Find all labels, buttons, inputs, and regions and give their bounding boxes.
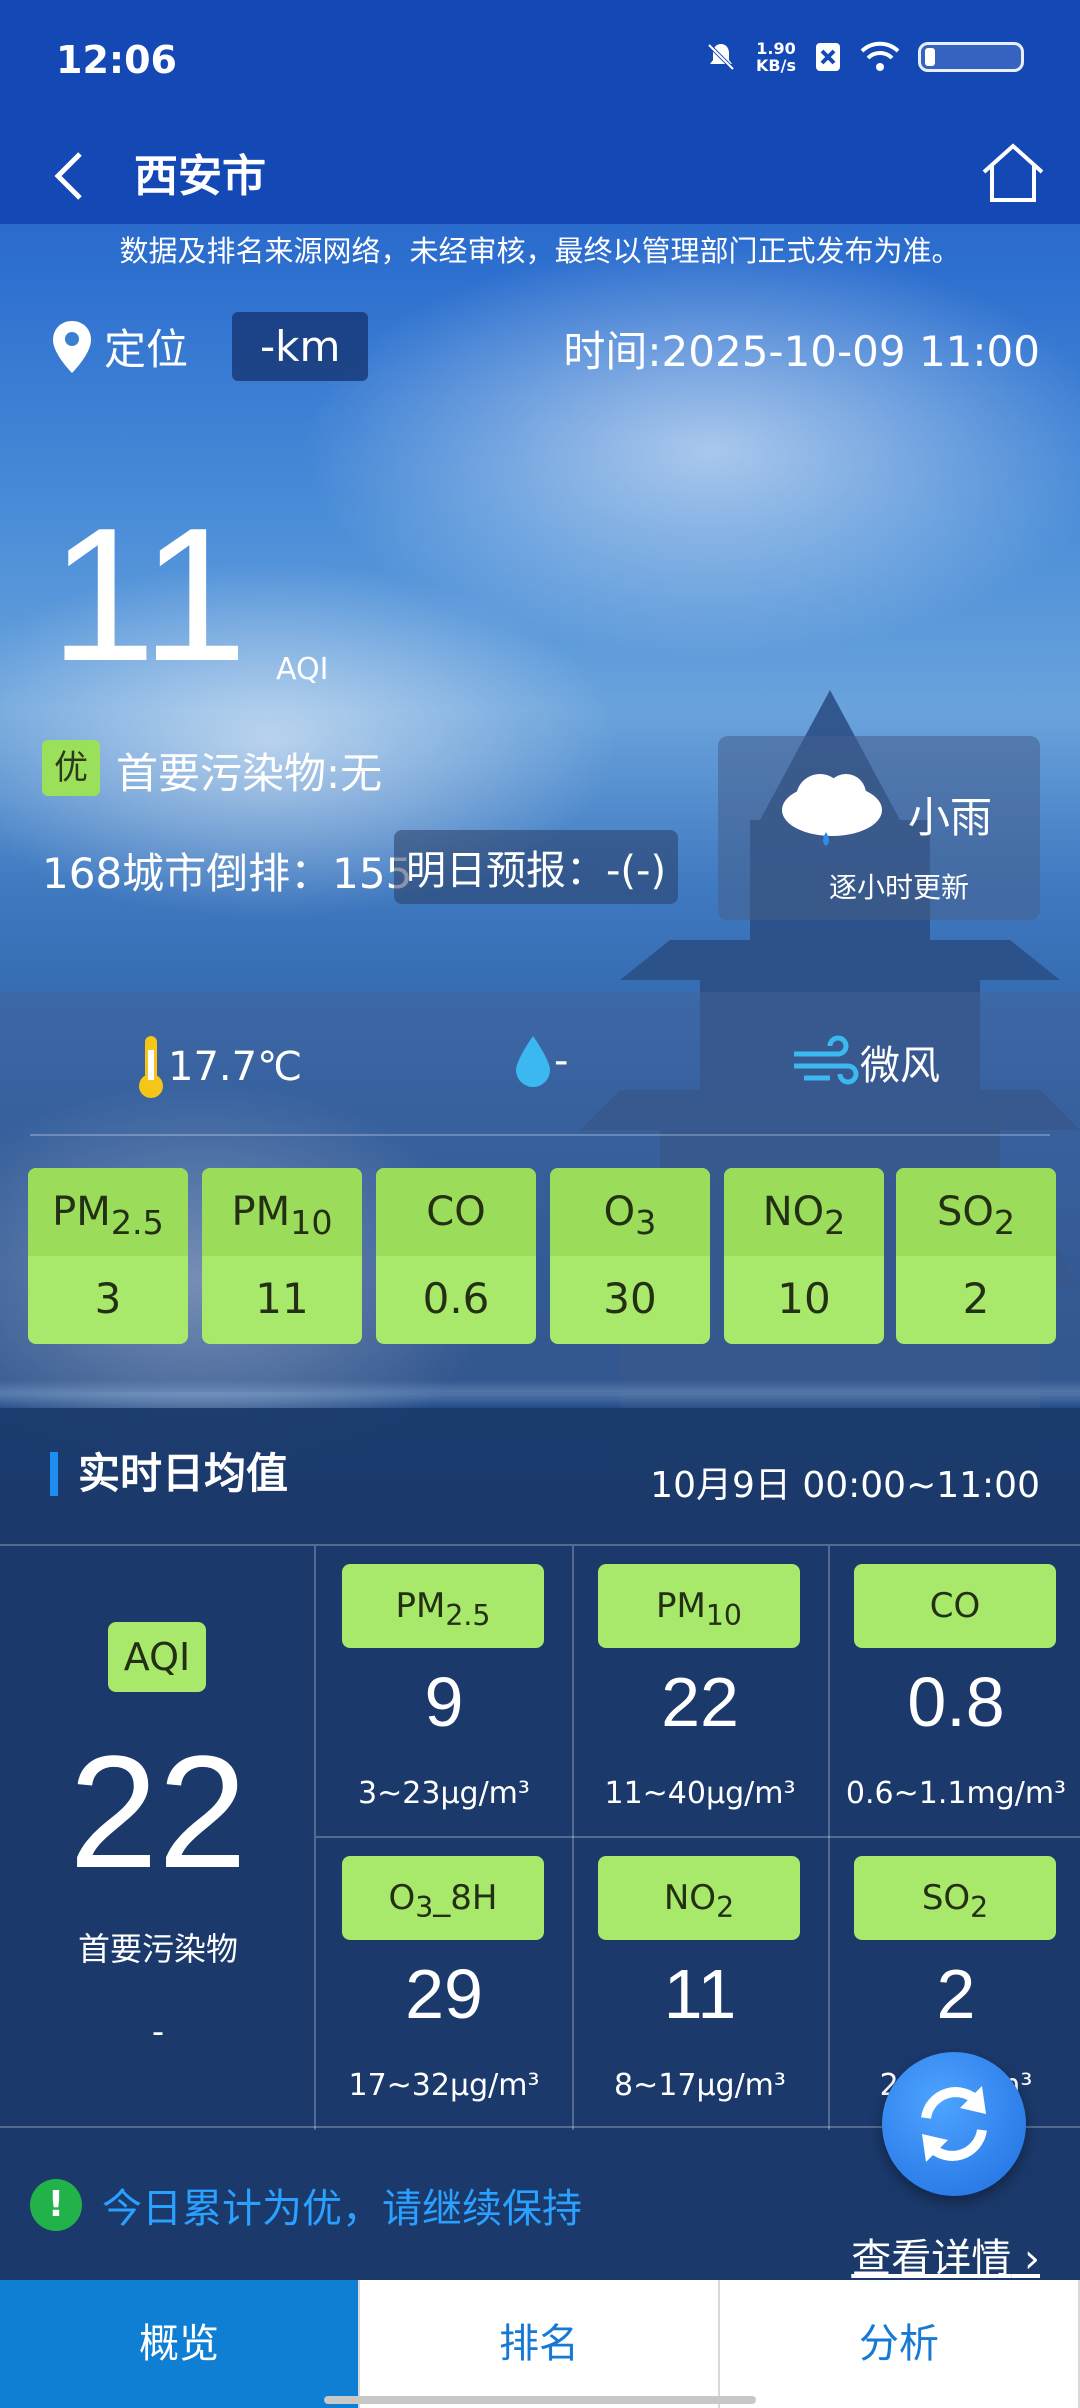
daily-aqi-badge: AQI <box>108 1622 206 1692</box>
temperature-item: 17.7℃ <box>134 1032 302 1102</box>
daily-pollutant-badge: CO <box>854 1564 1056 1648</box>
back-arrow-icon[interactable] <box>40 138 100 214</box>
pollutant-so2[interactable]: SO2 2 <box>896 1168 1056 1344</box>
status-tip-text: 今日累计为优，请继续保持 <box>102 2186 582 2232</box>
location-row: 定位 -km <box>50 312 369 381</box>
daily-pollutant-value: 2 <box>936 1955 976 2033</box>
daily-aqi-cell: AQI 22 首要污染物 - <box>0 1546 316 2130</box>
distance-badge: -km <box>232 312 369 381</box>
bottom-tab-bar: 概览 排名 分析 <box>0 2280 1080 2408</box>
daily-pollutant-badge: PM10 <box>598 1564 800 1648</box>
section-time-range: 10月9日 00:00~11:00 <box>650 1465 1040 1506</box>
tab-overview[interactable]: 概览 <box>0 2280 360 2408</box>
pollutant-pm25[interactable]: PM2.5 3 <box>28 1168 188 1344</box>
daily-o3-cell: O3_8H 29 17~32μg/m³ <box>316 1838 572 2128</box>
weather-card[interactable]: 小雨 逐小时更新 <box>718 736 1040 920</box>
humidity-item: - <box>512 1032 568 1090</box>
view-details-link[interactable]: 查看详情 › <box>851 2226 1040 2284</box>
city-rank[interactable]: 168城市倒排：155 <box>42 840 412 901</box>
exclamation-icon: ! <box>30 2179 82 2231</box>
air-quality-level-badge: 优 <box>42 740 100 796</box>
pollutant-name: PM2.5 <box>28 1168 188 1256</box>
mute-bell-icon <box>707 43 735 71</box>
home-indicator <box>324 2396 756 2404</box>
temperature-value: 17.7℃ <box>168 1044 302 1090</box>
wind-value: 微风 <box>860 1043 940 1089</box>
status-icons: 1.90 KB/s <box>704 40 1024 74</box>
rain-cloud-icon <box>782 774 882 846</box>
pollutant-value: 3 <box>94 1274 122 1323</box>
weather-condition: 小雨 <box>908 793 993 842</box>
panel-divider <box>30 1134 1050 1136</box>
daily-pollutant-badge: SO2 <box>854 1856 1056 1940</box>
daily-primary-label: 首要污染物 <box>77 1930 238 1968</box>
wifi-icon <box>860 41 900 71</box>
aqi-unit-label: AQI <box>276 652 329 687</box>
daily-pollutant-badge: NO2 <box>598 1856 800 1940</box>
tab-ranking[interactable]: 排名 <box>360 2280 720 2408</box>
page-title: 西安市 <box>134 151 266 202</box>
pollutant-value: 10 <box>777 1274 831 1323</box>
location-pin-icon <box>53 320 91 373</box>
pollutant-name: CO <box>376 1168 536 1256</box>
daily-pollutant-range: 17~32μg/m³ <box>348 2068 540 2103</box>
section-separator <box>0 1380 1080 1408</box>
section-title: 实时日均值 <box>50 1452 288 1496</box>
status-bar: 12:06 1.90 KB/s <box>0 0 1080 128</box>
battery-icon <box>918 42 1024 72</box>
refresh-button[interactable] <box>882 2052 1026 2196</box>
pollutant-value: 2 <box>962 1274 990 1323</box>
daily-pollutant-range: 0.6~1.1mg/m³ <box>845 1776 1067 1811</box>
home-icon[interactable] <box>976 136 1050 210</box>
data-disclaimer: 数据及排名来源网络，未经审核，最终以管理部门正式发布为准。 <box>119 234 961 268</box>
chevron-right-icon: › <box>1024 2236 1040 2282</box>
status-time: 12:06 <box>56 38 177 82</box>
update-time: 时间:2025-10-09 11:00 <box>563 327 1040 376</box>
pollutant-pm10[interactable]: PM10 11 <box>202 1168 362 1344</box>
pollutant-o3[interactable]: O3 30 <box>550 1168 710 1344</box>
daily-grid: AQI 22 首要污染物 - PM2.5 9 3~23μg/m³ PM10 22… <box>0 1544 1080 2130</box>
pollutant-no2[interactable]: NO2 10 <box>724 1168 884 1344</box>
daily-pollutant-badge: O3_8H <box>342 1856 544 1940</box>
nav-bar: 西安市 <box>0 128 1080 224</box>
daily-aqi-value: 22 <box>69 1722 247 1901</box>
refresh-icon <box>921 2086 987 2162</box>
pollutant-name: O3 <box>550 1168 710 1256</box>
wind-item: 微风 <box>790 1032 940 1092</box>
daily-pm25-cell: PM2.5 9 3~23μg/m³ <box>316 1546 572 1836</box>
daily-pollutant-value: 22 <box>661 1663 739 1741</box>
pollutant-co[interactable]: CO 0.6 <box>376 1168 536 1344</box>
water-drop-icon <box>516 1036 550 1087</box>
wind-icon <box>794 1035 859 1085</box>
status-tip: ! 今日累计为优，请继续保持 <box>30 2176 582 2234</box>
daily-pollutant-range: 11~40μg/m³ <box>604 1776 796 1811</box>
pollutant-value: 30 <box>603 1274 657 1323</box>
daily-pollutant-value: 29 <box>405 1955 483 2033</box>
location-label[interactable]: 定位 <box>104 316 188 377</box>
pollutant-value: 11 <box>255 1274 309 1323</box>
tomorrow-forecast: 明日预报：-(-) <box>394 830 679 904</box>
humidity-value: - <box>554 1038 569 1084</box>
network-speed: 1.90 KB/s <box>756 39 796 75</box>
tab-analysis[interactable]: 分析 <box>720 2280 1080 2408</box>
daily-pm10-cell: PM10 22 11~40μg/m³ <box>572 1546 828 1836</box>
daily-pollutant-value: 9 <box>424 1663 464 1741</box>
current-aqi-value: 11 <box>50 489 248 701</box>
sim-x-icon <box>816 43 840 71</box>
weather-update-note: 逐小时更新 <box>828 871 969 904</box>
primary-pollutant: 首要污染物:无 <box>116 749 383 798</box>
daily-pollutant-range: 3~23μg/m³ <box>358 1776 530 1811</box>
daily-pollutant-badge: PM2.5 <box>342 1564 544 1648</box>
daily-pollutant-range: 8~17μg/m³ <box>614 2068 786 2103</box>
daily-no2-cell: NO2 11 8~17μg/m³ <box>572 1838 828 2128</box>
daily-co-cell: CO 0.8 0.6~1.1mg/m³ <box>828 1546 1080 1836</box>
thermometer-icon <box>139 1036 163 1098</box>
daily-pollutant-value: 11 <box>663 1955 737 2033</box>
pollutant-value: 0.6 <box>422 1274 490 1323</box>
pollutant-name: SO2 <box>896 1168 1056 1256</box>
pollutant-name: PM10 <box>202 1168 362 1256</box>
pollutant-name: NO2 <box>724 1168 884 1256</box>
daily-primary-value: - <box>151 2012 165 2052</box>
daily-pollutant-value: 0.8 <box>907 1663 1005 1741</box>
